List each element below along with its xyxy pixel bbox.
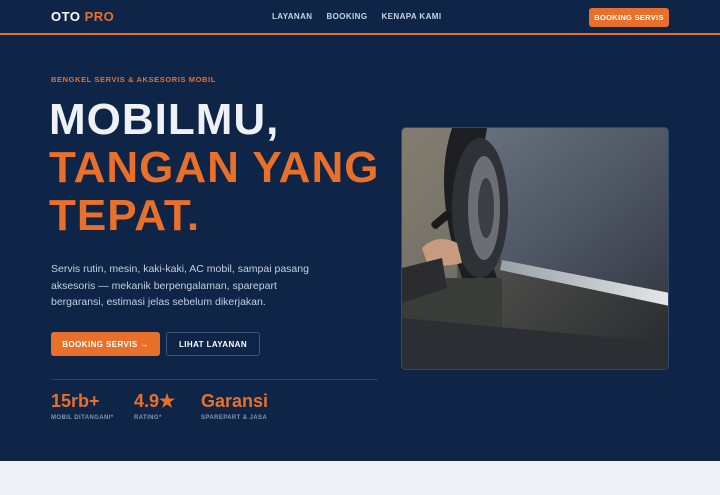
stat-label: MOBIL DITANGANI* [51,415,114,421]
nav-links: LAYANAN BOOKING KENAPA KAMI [272,12,441,21]
headline-line-2: TANGAN YANG [49,143,380,192]
hero-mechanic-photo [401,127,669,370]
stats-divider [51,379,378,380]
hero-eyebrow: BENGKEL SERVIS & AKSESORIS MOBIL [51,75,216,84]
nav-link-layanan[interactable]: LAYANAN [272,12,312,21]
booking-servis-button[interactable]: BOOKING SERVIS → [51,332,160,356]
lihat-layanan-button[interactable]: LIHAT LAYANAN [166,332,260,356]
stat-label: SPAREPART & JASA [201,415,268,421]
nav-link-booking[interactable]: BOOKING [326,12,367,21]
logo-accent-text: PRO [84,9,115,24]
stat-rating: 4.9★ RATING* [134,390,175,421]
stat-cars-handled: 15rb+ MOBIL DITANGANI* [51,390,114,421]
headline-line-3: TEPAT. [49,191,201,240]
stat-label: RATING* [134,415,162,421]
hero-description: Servis rutin, mesin, kaki-kaki, AC mobil… [51,263,309,308]
stat-warranty: Garansi SPAREPART & JASA [201,390,268,421]
stat-value: 15rb+ [51,391,100,411]
stat-value: 4.9★ [134,391,176,411]
top-navbar: OTO PRO LAYANAN BOOKING KENAPA KAMI BOOK… [0,0,720,35]
nav-link-kenapa-kami[interactable]: KENAPA KAMI [381,12,441,21]
next-section-strip [0,461,720,495]
hero-headline: MOBILMU, TANGAN YANG TEPAT. [49,96,379,240]
stat-value: Garansi [201,391,269,411]
brand-logo[interactable]: OTO PRO [51,9,114,24]
headline-line-1: MOBILMU, [49,95,280,144]
logo-main-text: OTO [51,9,81,24]
nav-booking-button[interactable]: BOOKING SERVIS [589,8,669,27]
